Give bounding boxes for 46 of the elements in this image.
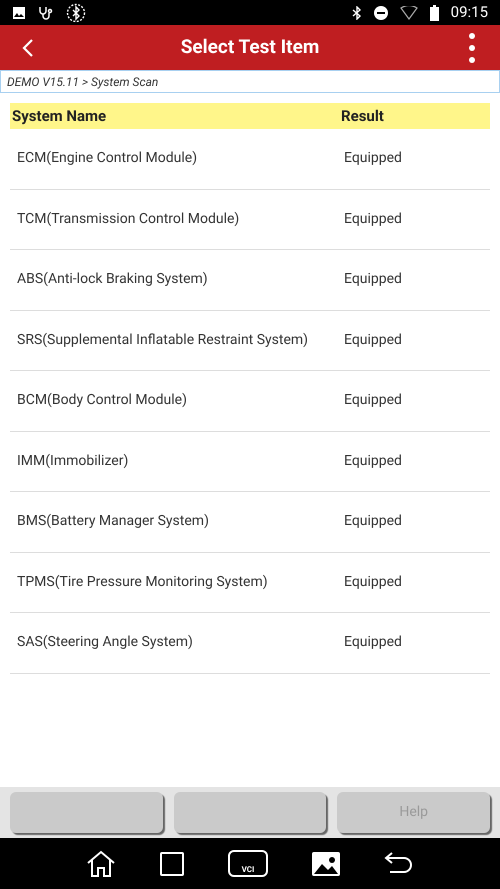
system-row[interactable]: TPMS(Tire Pressure Monitoring System) Equipped bbox=[10, 552, 490, 613]
image-icon bbox=[12, 6, 26, 20]
system-name: ABS(Anti-lock Braking System) bbox=[17, 270, 209, 290]
gallery-icon[interactable] bbox=[312, 852, 340, 876]
system-name: TPMS(Tire Pressure Monitoring System) bbox=[17, 572, 269, 592]
system-name: TCM(Transmission Control Module) bbox=[17, 210, 240, 229]
system-row[interactable]: BMS(Battery Manager System) Equipped bbox=[10, 492, 490, 552]
result-text: Equipped bbox=[344, 572, 402, 592]
recent-apps-icon[interactable] bbox=[160, 852, 184, 876]
back-icon bbox=[22, 38, 34, 58]
result-text: Equipped bbox=[344, 210, 402, 229]
system-row[interactable]: ABS(Anti-lock Braking System) Equipped bbox=[10, 250, 490, 310]
result-text: Equipped bbox=[344, 330, 402, 350]
system-name: SRS(Supplemental Inflatable Restraint System) bbox=[17, 330, 310, 350]
system-name: SAS(Steering Angle System) bbox=[17, 633, 194, 652]
wifi-icon bbox=[400, 6, 418, 20]
result-text: Equipped bbox=[344, 633, 402, 652]
home-icon[interactable] bbox=[86, 850, 116, 878]
stethoscope-icon bbox=[38, 6, 54, 20]
more-icon bbox=[468, 32, 476, 64]
system-row[interactable]: TCM(Transmission Control Module) Equipped bbox=[10, 190, 490, 250]
do-not-disturb-icon bbox=[374, 6, 388, 20]
result-text: Equipped bbox=[344, 512, 402, 532]
result-text: Equipped bbox=[344, 270, 402, 290]
system-name: ECM(Engine Control Module) bbox=[17, 149, 198, 168]
result-text: Equipped bbox=[344, 391, 402, 410]
bluetooth-icon bbox=[66, 2, 86, 22]
system-row[interactable]: IMM(Immobilizer) Equipped bbox=[10, 432, 490, 492]
system-name: BMS(Battery Manager System) bbox=[17, 512, 210, 532]
system-row[interactable]: BCM(Body Control Module) Equipped bbox=[10, 371, 490, 432]
system-row[interactable]: SRS(Supplemental Inflatable Restraint System) Equipped bbox=[10, 310, 490, 371]
breadcrumb: DEMO V15.11 > System Scan bbox=[0, 70, 500, 93]
bluetooth-icon bbox=[352, 6, 362, 20]
column-header: Result bbox=[341, 106, 384, 127]
result-text: Equipped bbox=[344, 149, 402, 168]
status-time: 09:15 bbox=[450, 2, 488, 24]
system-name: BCM(Body Control Module) bbox=[17, 391, 188, 410]
screen-title: Select Test Item bbox=[180, 34, 320, 60]
vci-icon[interactable]: VCI bbox=[228, 850, 268, 877]
vci-label: VCI bbox=[242, 866, 254, 874]
battery-icon bbox=[430, 4, 439, 20]
system-row[interactable]: SAS(Steering Angle System) Equipped bbox=[10, 613, 490, 674]
result-text: Equipped bbox=[344, 452, 402, 471]
column-header: System Name bbox=[12, 106, 108, 127]
system-name: IMM(Immobilizer) bbox=[17, 452, 130, 471]
system-row[interactable]: ECM(Engine Control Module) Equipped bbox=[10, 129, 490, 190]
